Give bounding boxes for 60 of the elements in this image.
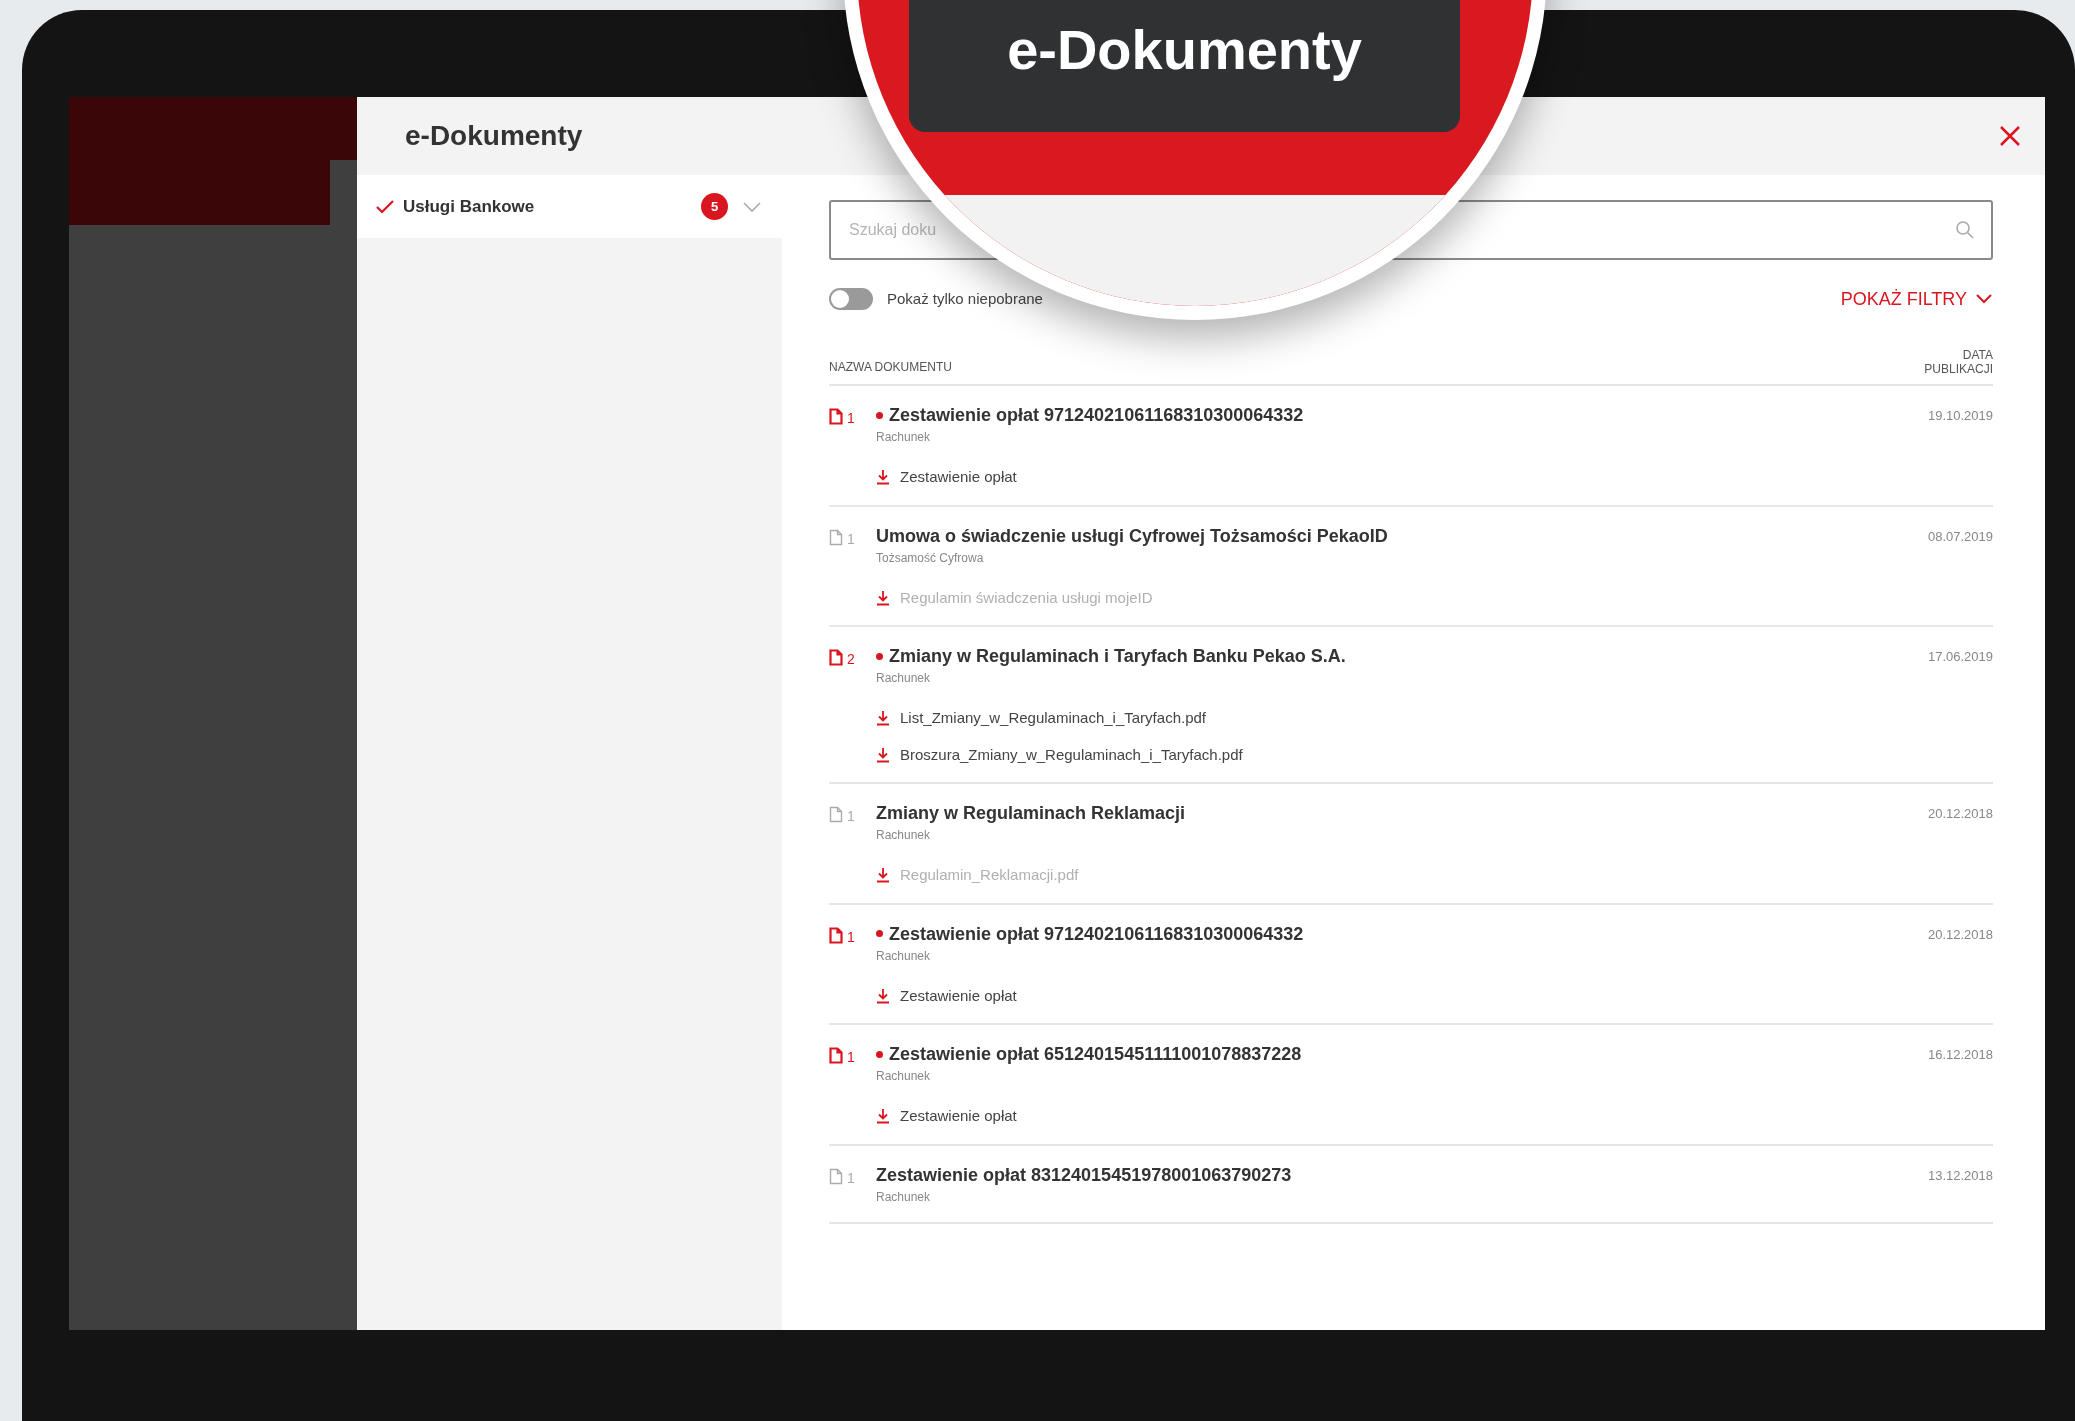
document-icon [829,649,843,666]
file-count: 1 [847,927,855,947]
document-title[interactable]: Zestawienie opłat 83124015451978001063790273 [876,1163,1292,1186]
document-icon [829,806,843,823]
modal-title: e-Dokumenty [405,119,583,153]
attachment-link[interactable]: Zestawienie opłat [876,1105,1928,1128]
download-icon [876,710,890,727]
publication-date: 16.12.2018 [1927,1046,1993,1064]
attachment-link[interactable]: List_Zmiany_w_Regulaminach_i_Taryfach.pdf [876,707,1928,730]
document-category: Rachunek [876,670,932,687]
document-title[interactable]: Zestawienie opłat 65124015451111001078837228 [889,1043,1302,1065]
chevron-down-icon [742,200,762,213]
publication-date: 17.06.2019 [1927,648,1993,666]
download-icon [876,987,890,1004]
document-category: Rachunek [876,947,932,965]
publication-date: 20.12.2018 [1927,925,1993,944]
document-title[interactable]: Zestawienie opłat 97124021061168310300064332 [889,922,1304,945]
magnified-title: e-Dokumenty [1007,17,1362,83]
document-category: Rachunek [876,827,932,844]
file-count: 1 [847,529,855,549]
download-icon [876,746,890,763]
document-category: Rachunek [876,1068,932,1085]
publication-date: 20.12.2018 [1927,805,1993,823]
download-icon [876,1108,890,1125]
document-icon [829,1047,843,1064]
search-icon [1955,220,1975,240]
document-icon [829,1167,843,1185]
file-count: 2 [847,650,855,669]
check-icon [375,198,395,215]
download-icon [876,469,890,486]
download-icon [876,589,890,606]
sidebar-item[interactable]: Usługi Bankowe 5 [357,175,782,238]
toggle-switch[interactable] [829,288,873,310]
attachment-link[interactable]: Zestawienie opłat [876,984,1928,1007]
document-title[interactable]: Zestawienie opłat 97124021061168310300064332 [889,404,1304,426]
file-count: 1 [847,409,855,428]
document-category: Rachunek [876,429,932,446]
document-icon [829,926,843,944]
publication-date: 08.07.2019 [1927,527,1993,546]
attachment-link[interactable]: Zestawienie opłat [876,466,1928,489]
column-header: NAZWA DOKUMENTU [829,359,952,376]
document-title[interactable]: Zmiany w Regulaminach Reklamacji [876,802,1186,824]
publication-date: 19.10.2019 [1927,407,1993,425]
publication-date: 13.12.2018 [1927,1166,1993,1185]
document-title[interactable]: Umowa o świadczenie usługi Cyfrowej Tożsamości PekaoID [876,524,1388,547]
column-header: DATA PUBLIKACJI [1923,348,1993,376]
file-count: 1 [847,1048,855,1067]
file-count: 1 [847,1168,855,1188]
download-icon [876,867,890,884]
document-title[interactable]: Zmiany w Regulaminach i Taryfach Banku Pekao S.A. [889,645,1346,667]
document-icon [829,408,843,425]
document-category: Tożsamość Cyfrowa [876,549,985,567]
chevron-down-icon [1975,293,1993,305]
show-filters-button[interactable]: POKAŻ FILTRY [1840,285,1993,313]
toggle-label: Pokaż tylko niepobrane [887,288,1043,309]
document-category: Rachunek [876,1188,932,1206]
document-icon [829,528,843,546]
count-badge: 5 [701,193,728,220]
attachment-link[interactable]: Broszura_Zmiany_w_Regulaminach_i_Taryfach.pdf [876,743,1928,766]
file-count: 1 [847,807,855,826]
